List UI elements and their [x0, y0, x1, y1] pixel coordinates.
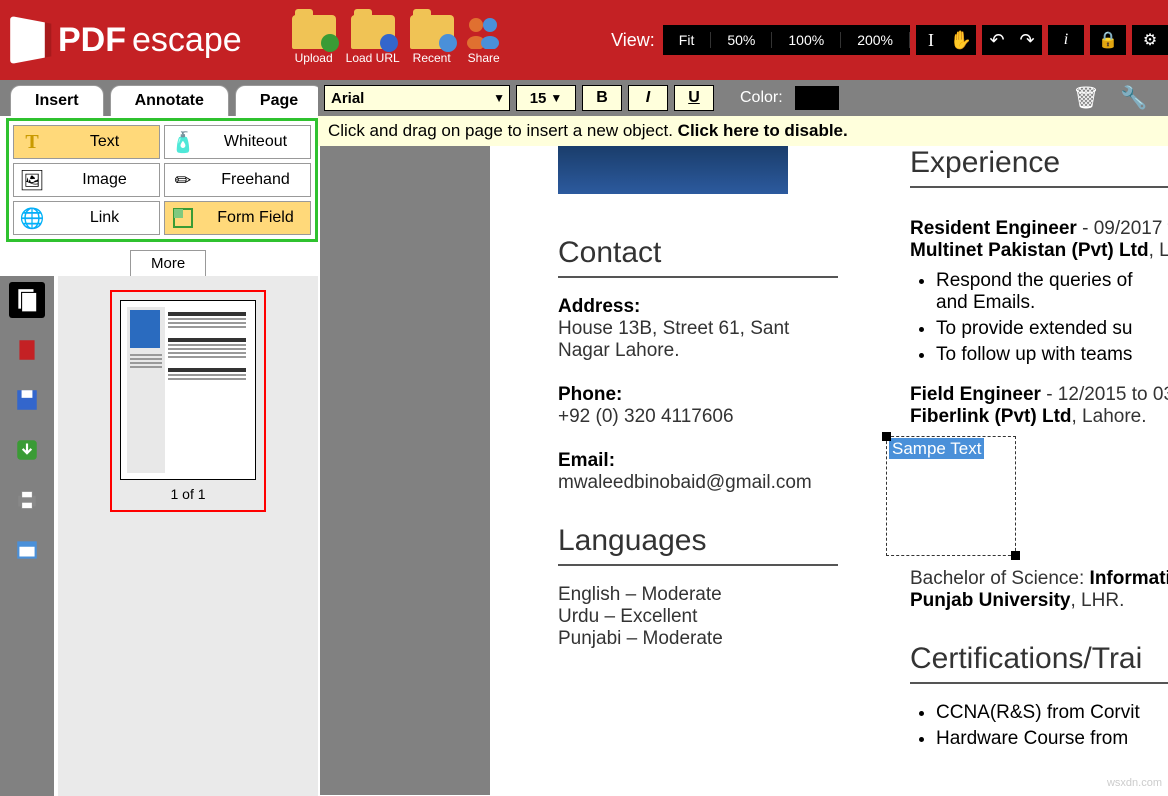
underline-button[interactable]: U	[674, 85, 714, 111]
address-value: House 13B, Street 61, Sant	[558, 318, 838, 340]
zoom-200[interactable]: 200%	[841, 32, 910, 48]
phone-label: Phone:	[558, 384, 838, 406]
tool-form-field[interactable]: Form Field	[164, 201, 311, 235]
text-t-icon: T	[14, 131, 50, 154]
more-button[interactable]: More	[130, 250, 206, 277]
phone-value: +92 (0) 320 4117606	[558, 406, 838, 428]
zoom-50[interactable]: 50%	[711, 32, 772, 48]
whiteout-icon: 🧴	[165, 130, 201, 155]
tool-image[interactable]: 🖼 Image	[13, 163, 160, 197]
tool-freehand[interactable]: ✏ Freehand	[164, 163, 311, 197]
color-label: Color:	[740, 89, 783, 107]
people-icon	[464, 15, 504, 49]
header-actions: Upload Load URL Recent Share	[292, 15, 504, 65]
load-url-button[interactable]: Load URL	[346, 15, 400, 65]
print-icon[interactable]	[9, 482, 45, 518]
doc-red-icon[interactable]	[9, 332, 45, 368]
app-logo: PDFescape	[12, 20, 242, 60]
page-content: Contact Address: House 13B, Street 61, S…	[490, 146, 1168, 795]
upload-button[interactable]: Upload	[292, 15, 336, 65]
view-label: View:	[611, 30, 655, 51]
hint-bar: Click and drag on page to insert a new o…	[318, 116, 1168, 146]
pencil-icon: ✏	[165, 168, 201, 193]
wrench-icon[interactable]: 🔧	[1116, 85, 1152, 111]
certifications-heading: Certifications/Trai	[910, 642, 1168, 684]
hand-cursor-icon[interactable]: ✋	[946, 30, 976, 51]
form-icon	[165, 207, 201, 229]
languages-heading: Languages	[558, 524, 838, 566]
email-value: mwaleedbinobaid@gmail.com	[558, 472, 838, 494]
lock-icon[interactable]: 🔒	[1090, 25, 1126, 55]
save-icon[interactable]	[9, 382, 45, 418]
trash-icon[interactable]: 🗑	[1068, 85, 1104, 111]
experience-heading: Experience	[910, 146, 1168, 188]
font-select[interactable]: Arial	[324, 85, 510, 111]
text-object-selected[interactable]: Sampe Text	[886, 436, 1016, 556]
app-header: PDFescape Upload Load URL Recent Share V…	[0, 0, 1168, 80]
logo-icon	[10, 16, 47, 64]
zoom-100[interactable]: 100%	[772, 32, 841, 48]
thumbnail-selection: 1 of 1	[110, 290, 266, 512]
tab-annotate[interactable]: Annotate	[110, 85, 229, 116]
format-bar: Arial 15 B I U Color: 🗑 🔧	[318, 80, 1168, 116]
document-area[interactable]: Contact Address: House 13B, Street 61, S…	[320, 146, 1168, 795]
image-icon: 🖼	[14, 168, 50, 193]
recent-button[interactable]: Recent	[410, 15, 454, 65]
corner-text: wsxdn.com	[1107, 777, 1162, 789]
email-label: Email:	[558, 450, 838, 472]
globe-icon: 🌐	[14, 206, 50, 231]
side-toolbar	[0, 276, 54, 796]
tool-text[interactable]: T Text	[13, 125, 160, 159]
window-icon[interactable]	[9, 532, 45, 568]
thumbnail-panel: 1 of 1	[58, 276, 318, 796]
zoom-fit[interactable]: Fit	[663, 32, 712, 48]
text-cursor-icon[interactable]: I	[916, 30, 946, 51]
redo-icon[interactable]: ↷	[1012, 30, 1042, 51]
resume-photo	[558, 146, 788, 194]
download-icon[interactable]	[9, 432, 45, 468]
info-icon[interactable]: i	[1048, 25, 1084, 55]
tab-insert[interactable]: Insert	[10, 85, 104, 116]
pages-icon[interactable]	[9, 282, 45, 318]
tool-link[interactable]: 🌐 Link	[13, 201, 160, 235]
address-label: Address:	[558, 296, 838, 318]
page-indicator: 1 of 1	[120, 480, 256, 502]
tab-page[interactable]: Page	[235, 85, 323, 116]
bold-button[interactable]: B	[582, 85, 622, 111]
font-size-select[interactable]: 15	[516, 85, 576, 111]
share-button[interactable]: Share	[464, 15, 504, 65]
insert-tools: T Text 🧴 Whiteout 🖼 Image ✏ Freehand 🌐 L…	[6, 118, 318, 242]
tool-whiteout[interactable]: 🧴 Whiteout	[164, 125, 311, 159]
undo-icon[interactable]: ↶	[982, 30, 1012, 51]
contact-heading: Contact	[558, 236, 838, 278]
color-picker[interactable]	[795, 86, 839, 110]
disable-link[interactable]: Click here to disable.	[678, 121, 848, 141]
italic-button[interactable]: I	[628, 85, 668, 111]
gear-icon[interactable]: ⚙	[1132, 25, 1168, 55]
zoom-controls: Fit 50% 100% 200%	[663, 25, 910, 55]
page-thumbnail[interactable]	[120, 300, 256, 480]
